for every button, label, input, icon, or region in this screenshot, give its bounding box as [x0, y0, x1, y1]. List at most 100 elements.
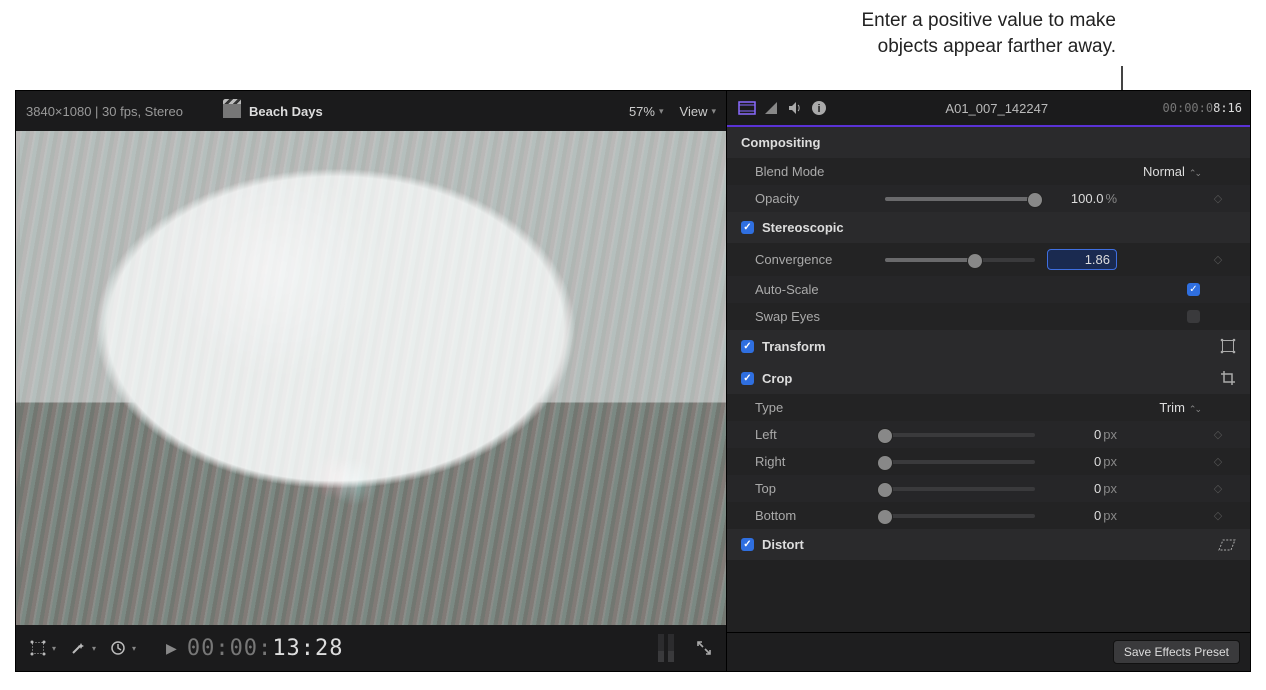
keyframe-button[interactable]: ◇ — [1200, 253, 1236, 266]
row-crop-top: Top 0px ◇ — [727, 475, 1250, 502]
crop-right-slider[interactable] — [885, 460, 1035, 464]
fullscreen-icon[interactable] — [692, 636, 716, 660]
convergence-label: Convergence — [755, 252, 885, 267]
section-stereoscopic[interactable]: Stereoscopic — [727, 212, 1250, 243]
stereoscopic-checkbox[interactable] — [741, 221, 754, 234]
row-crop-type: Type Trim⌃⌄ — [727, 394, 1250, 421]
row-convergence: Convergence 1.86 ◇ — [727, 243, 1250, 276]
color-inspector-tab[interactable] — [759, 96, 783, 120]
view-label: View — [680, 104, 708, 119]
enhance-tool-icon[interactable] — [66, 636, 90, 660]
video-inspector-tab[interactable] — [735, 96, 759, 120]
viewer-pane: 3840×1080 | 30 fps, Stereo Beach Days 57… — [16, 91, 727, 671]
row-opacity: Opacity 100.0% ◇ — [727, 185, 1250, 212]
chevron-down-icon[interactable]: ▾ — [132, 644, 136, 653]
convergence-value-field[interactable]: 1.86 — [1047, 249, 1117, 270]
crop-checkbox[interactable] — [741, 372, 754, 385]
crop-type-value: Trim — [1159, 400, 1185, 415]
blend-mode-select[interactable]: Normal ⌃⌄ — [1143, 164, 1200, 179]
swap-eyes-checkbox[interactable] — [1187, 310, 1200, 323]
info-inspector-tab[interactable]: i — [807, 96, 831, 120]
row-crop-bottom: Bottom 0px ◇ — [727, 502, 1250, 529]
audio-meter-l — [658, 634, 664, 662]
section-title: Stereoscopic — [762, 220, 844, 235]
audio-meters — [658, 634, 674, 662]
duration-dim: 00:00:0 — [1163, 101, 1214, 115]
crop-bottom-label: Bottom — [755, 508, 885, 523]
keyframe-button[interactable]: ◇ — [1200, 509, 1236, 522]
section-title: Compositing — [741, 135, 820, 150]
auto-scale-checkbox[interactable] — [1187, 283, 1200, 296]
section-transform[interactable]: Transform — [727, 330, 1250, 362]
keyframe-button[interactable]: ◇ — [1200, 482, 1236, 495]
svg-text:i: i — [817, 103, 820, 115]
blend-mode-label: Blend Mode — [755, 164, 885, 179]
stepper-icon: ⌃⌄ — [1189, 168, 1200, 178]
inspector-footer: Save Effects Preset — [727, 632, 1250, 671]
crop-left-label: Left — [755, 427, 885, 442]
row-crop-left: Left 0px ◇ — [727, 421, 1250, 448]
auto-scale-label: Auto-Scale — [755, 282, 885, 297]
row-swap-eyes: Swap Eyes — [727, 303, 1250, 330]
chevron-down-icon[interactable]: ▾ — [52, 644, 56, 653]
inspector-body[interactable]: Compositing Blend Mode Normal ⌃⌄ Opacity — [727, 127, 1250, 632]
transform-tool-icon[interactable] — [26, 636, 50, 660]
crop-bottom-value[interactable]: 0px — [1047, 508, 1117, 523]
anaglyph-preview-image — [16, 131, 726, 625]
audio-meter-r — [668, 634, 674, 662]
crop-type-select[interactable]: Trim ⌃⌄ — [1159, 400, 1200, 415]
project-title-group[interactable]: Beach Days — [223, 104, 323, 119]
convergence-slider[interactable] — [885, 258, 1035, 262]
crop-top-slider[interactable] — [885, 487, 1035, 491]
keyframe-button[interactable]: ◇ — [1200, 428, 1236, 441]
app-window: 3840×1080 | 30 fps, Stereo Beach Days 57… — [15, 90, 1251, 672]
view-dropdown[interactable]: View ▾ — [680, 104, 716, 119]
swap-eyes-label: Swap Eyes — [755, 309, 885, 324]
duration-hi: 8:16 — [1213, 101, 1242, 115]
stepper-icon: ⌃⌄ — [1189, 404, 1200, 414]
opacity-value[interactable]: 100.0% — [1047, 191, 1117, 206]
opacity-label: Opacity — [755, 191, 885, 206]
section-title: Transform — [762, 339, 826, 354]
row-auto-scale: Auto-Scale — [727, 276, 1250, 303]
keyframe-button[interactable]: ◇ — [1200, 455, 1236, 468]
inspector-tabs: i A01_007_142247 00:00:08:16 — [727, 91, 1250, 127]
timecode-hi: 13:28 — [272, 636, 343, 661]
section-crop[interactable]: Crop — [727, 362, 1250, 394]
chevron-down-icon: ▾ — [711, 106, 716, 117]
section-compositing[interactable]: Compositing — [727, 127, 1250, 158]
timecode-dim: 00:00: — [187, 636, 272, 661]
timecode-display[interactable]: 00:00:13:28 — [187, 636, 344, 661]
annotation-callout: Enter a positive value to make objects a… — [0, 8, 1266, 78]
zoom-value: 57% — [629, 104, 655, 119]
save-effects-preset-button[interactable]: Save Effects Preset — [1113, 640, 1240, 664]
project-title: Beach Days — [249, 104, 323, 119]
distort-reset-icon[interactable] — [1218, 538, 1236, 552]
row-blend-mode: Blend Mode Normal ⌃⌄ — [727, 158, 1250, 185]
crop-reset-icon[interactable] — [1220, 370, 1236, 386]
transform-checkbox[interactable] — [741, 340, 754, 353]
crop-top-value[interactable]: 0px — [1047, 481, 1117, 496]
transform-reset-icon[interactable] — [1220, 338, 1236, 354]
crop-left-value[interactable]: 0px — [1047, 427, 1117, 442]
crop-right-value[interactable]: 0px — [1047, 454, 1117, 469]
callout-line1: Enter a positive value to make — [0, 8, 1116, 34]
distort-checkbox[interactable] — [741, 538, 754, 551]
clip-format-info: 3840×1080 | 30 fps, Stereo — [26, 104, 183, 119]
crop-left-slider[interactable] — [885, 433, 1035, 437]
blend-mode-value: Normal — [1143, 164, 1185, 179]
inspector-pane: i A01_007_142247 00:00:08:16 Compositing… — [727, 91, 1250, 671]
play-button[interactable]: ▶ — [166, 640, 177, 657]
preview-canvas[interactable] — [16, 131, 726, 625]
retime-tool-icon[interactable] — [106, 636, 130, 660]
callout-line2: objects appear farther away. — [0, 34, 1116, 60]
section-distort[interactable]: Distort — [727, 529, 1250, 560]
keyframe-button[interactable]: ◇ — [1200, 192, 1236, 205]
chevron-down-icon[interactable]: ▾ — [92, 644, 96, 653]
opacity-slider[interactable] — [885, 197, 1035, 201]
zoom-dropdown[interactable]: 57% ▾ — [629, 104, 664, 119]
chevron-down-icon: ▾ — [659, 106, 664, 117]
inspector-clip-name: A01_007_142247 — [831, 101, 1163, 116]
audio-inspector-tab[interactable] — [783, 96, 807, 120]
crop-bottom-slider[interactable] — [885, 514, 1035, 518]
